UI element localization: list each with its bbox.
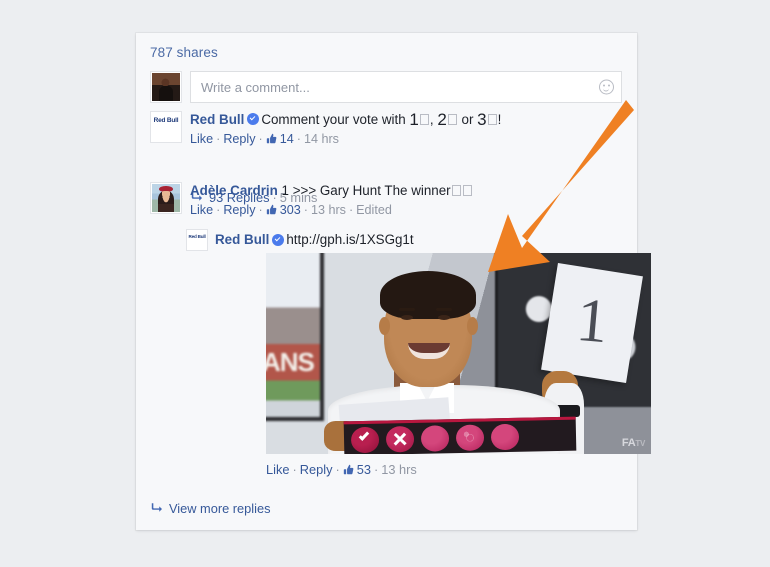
reply-button[interactable]: Reply [223, 203, 255, 217]
edited-label: Edited [356, 203, 392, 217]
missing-glyph-box [462, 185, 472, 196]
held-card-number: 1 [541, 262, 643, 384]
separator-dot: · [216, 203, 221, 217]
person-ear-right [467, 317, 478, 335]
verified-badge-icon [247, 113, 260, 125]
card-number-text: 1 [573, 285, 611, 357]
gif-video-attachment[interactable]: 1 [266, 253, 651, 454]
nested-reply-actions: Like · Reply · 53 · 13 hrs [266, 462, 417, 478]
red-bull-wordmark: Red Bull [188, 233, 206, 239]
person-eye-left [401, 315, 413, 320]
wall-photo-left [266, 253, 324, 421]
separator-dot: · [348, 203, 354, 217]
thumbs-up-icon [266, 133, 277, 144]
smiley-icon[interactable] [599, 79, 614, 95]
nested-reply-red-bull: Red Bull Red Bull http://gph.is/1XSGg1t 1 [186, 229, 651, 477]
comment-timestamp: 14 hrs [303, 132, 339, 146]
screenshot-root: 787 shares Red Bull [0, 0, 770, 567]
separator-dot: · [373, 462, 379, 477]
separator-dot: · [258, 132, 263, 146]
watermark-text: FA [621, 437, 636, 449]
comment-composer [150, 71, 622, 105]
nested-reply-author[interactable]: Red Bull [215, 232, 269, 248]
user-avatar[interactable] [150, 71, 182, 103]
shares-count[interactable]: 787 shares [150, 45, 218, 60]
comment-author[interactable]: Red Bull [190, 112, 244, 127]
separator-dot: · [292, 462, 297, 477]
watermark-sub-text: TV [635, 439, 645, 448]
nested-reply-link[interactable]: http://gph.is/1XSGg1t [286, 232, 413, 248]
comment-text-line: Red Bull Comment your vote with 1, 2 or 3… [190, 111, 620, 128]
missing-glyph-box [451, 185, 461, 196]
vote-number-2: 2 [437, 110, 447, 129]
adele-cardrin-avatar[interactable] [150, 182, 182, 214]
comment-actions: Like · Reply · 14 · 14 hrs [190, 131, 620, 147]
comment-red-bull: Red Bull Red Bull Comment your vote with … [150, 111, 620, 147]
nested-reply-header: Red Bull Red Bull http://gph.is/1XSGg1t [186, 229, 616, 251]
separator-dot: · [335, 462, 340, 477]
separator-dot: · [303, 203, 308, 217]
missing-glyph-box [487, 114, 497, 125]
vote-number-1: 1 [409, 110, 419, 129]
missing-glyph-box [419, 114, 429, 125]
person-eye-right [438, 315, 450, 320]
reply-arrow-icon [151, 503, 163, 512]
vote-number-3: 3 [477, 110, 487, 129]
fa-tv-watermark: FATV [622, 437, 645, 449]
comment-message: 1 >>> Gary Hunt The winner [281, 183, 451, 198]
view-more-replies-row[interactable]: View more replies [150, 501, 270, 516]
facebook-post-comments-card: 787 shares Red Bull [136, 33, 651, 530]
like-count: 303 [279, 203, 301, 217]
missing-glyph-box [447, 114, 457, 125]
person-ear-left [379, 317, 390, 335]
reaction-circle [490, 423, 520, 450]
verified-badge-icon [272, 234, 285, 246]
comment-adele-cardrin: Adèle Cardrin 1 >>> Gary Hunt The winner… [150, 182, 620, 218]
check-icon [350, 426, 380, 453]
x-icon [385, 425, 415, 453]
comment-input-wrapper[interactable] [190, 71, 622, 103]
comment-actions: Like · Reply · 303 · 13 hrs · Edited [190, 202, 620, 218]
red-bull-logo-avatar[interactable]: Red Bull [150, 111, 182, 143]
red-bull-wordmark: Red Bull [153, 116, 179, 124]
separator-dot: · [258, 203, 263, 217]
like-button[interactable]: Like [266, 462, 289, 477]
reply-button[interactable]: Reply [300, 462, 333, 477]
person-hair [380, 271, 476, 319]
like-button[interactable]: Like [190, 132, 213, 146]
separator-dot: · [216, 132, 221, 146]
thumbs-up-icon [266, 204, 277, 215]
comment-message-suffix: ! [497, 112, 502, 127]
reaction-circle [420, 424, 450, 452]
like-count: 53 [356, 462, 371, 477]
reaction-bar [343, 416, 577, 454]
person-brow-left [399, 308, 415, 311]
reply-button[interactable]: Reply [223, 132, 255, 146]
thumbs-up-icon [343, 464, 354, 475]
person-brow-right [436, 308, 452, 311]
red-bull-logo-avatar-small[interactable]: Red Bull [186, 229, 208, 251]
comment-timestamp: 13 hrs [310, 203, 346, 217]
like-count: 14 [279, 132, 294, 146]
comment-text-line: Adèle Cardrin 1 >>> Gary Hunt The winner [190, 182, 620, 199]
comment-timestamp: 13 hrs [381, 462, 417, 477]
comment-author[interactable]: Adèle Cardrin [190, 183, 278, 198]
view-more-replies-label[interactable]: View more replies [169, 501, 270, 516]
ball-icon [455, 423, 485, 451]
comment-input[interactable] [191, 72, 621, 102]
comment-message-prefix: Comment your vote with [261, 112, 410, 127]
like-button[interactable]: Like [190, 203, 213, 217]
vote-separator-2: or [457, 112, 478, 127]
separator-dot: · [296, 132, 301, 146]
